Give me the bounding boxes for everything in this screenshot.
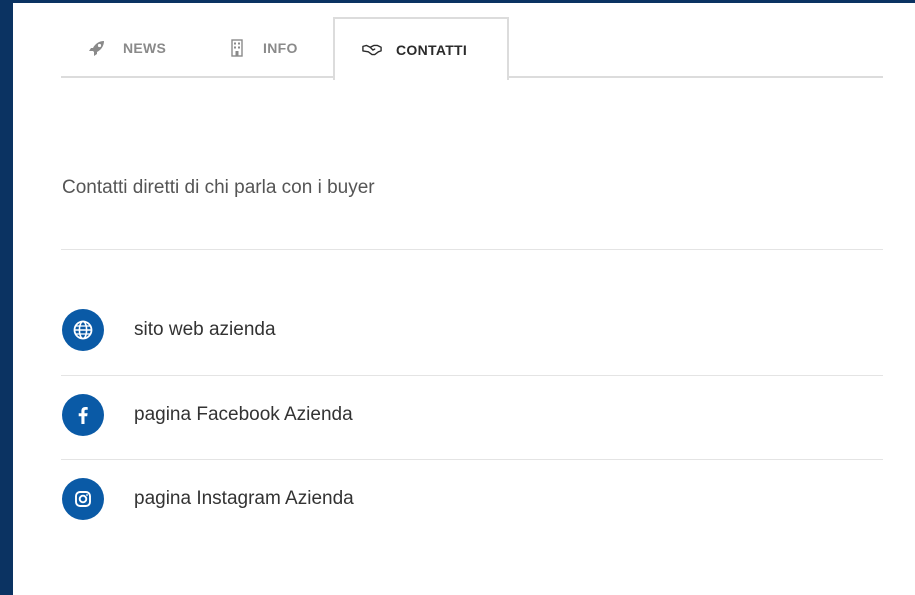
facebook-icon [62, 394, 104, 436]
instagram-icon [62, 478, 104, 520]
contact-website[interactable]: sito web azienda [62, 308, 882, 352]
contact-website-label: sito web azienda [134, 319, 276, 340]
contacts-panel: NEWS INFO CONTATTI Contatti diretti di c… [13, 3, 915, 595]
divider [61, 459, 883, 460]
handshake-icon [362, 40, 382, 60]
contacts-description: Contatti diretti di chi parla con i buye… [62, 177, 375, 198]
tab-info[interactable]: INFO [227, 17, 298, 78]
building-icon [227, 38, 247, 58]
divider [61, 249, 883, 250]
tab-info-label: INFO [263, 39, 298, 56]
divider [61, 375, 883, 376]
contact-instagram-label: pagina Instagram Azienda [134, 488, 354, 509]
tab-news-label: NEWS [123, 39, 167, 56]
tab-contatti-label: CONTATTI [396, 41, 468, 58]
tab-contatti[interactable]: CONTATTI [333, 17, 509, 80]
contact-facebook-label: pagina Facebook Azienda [134, 404, 353, 425]
rocket-icon [87, 38, 107, 58]
contact-facebook[interactable]: pagina Facebook Azienda [62, 393, 882, 437]
tab-bar: NEWS INFO CONTATTI [61, 17, 883, 80]
tab-news[interactable]: NEWS [87, 17, 166, 78]
contact-instagram[interactable]: pagina Instagram Azienda [62, 477, 882, 521]
globe-icon [62, 309, 104, 351]
